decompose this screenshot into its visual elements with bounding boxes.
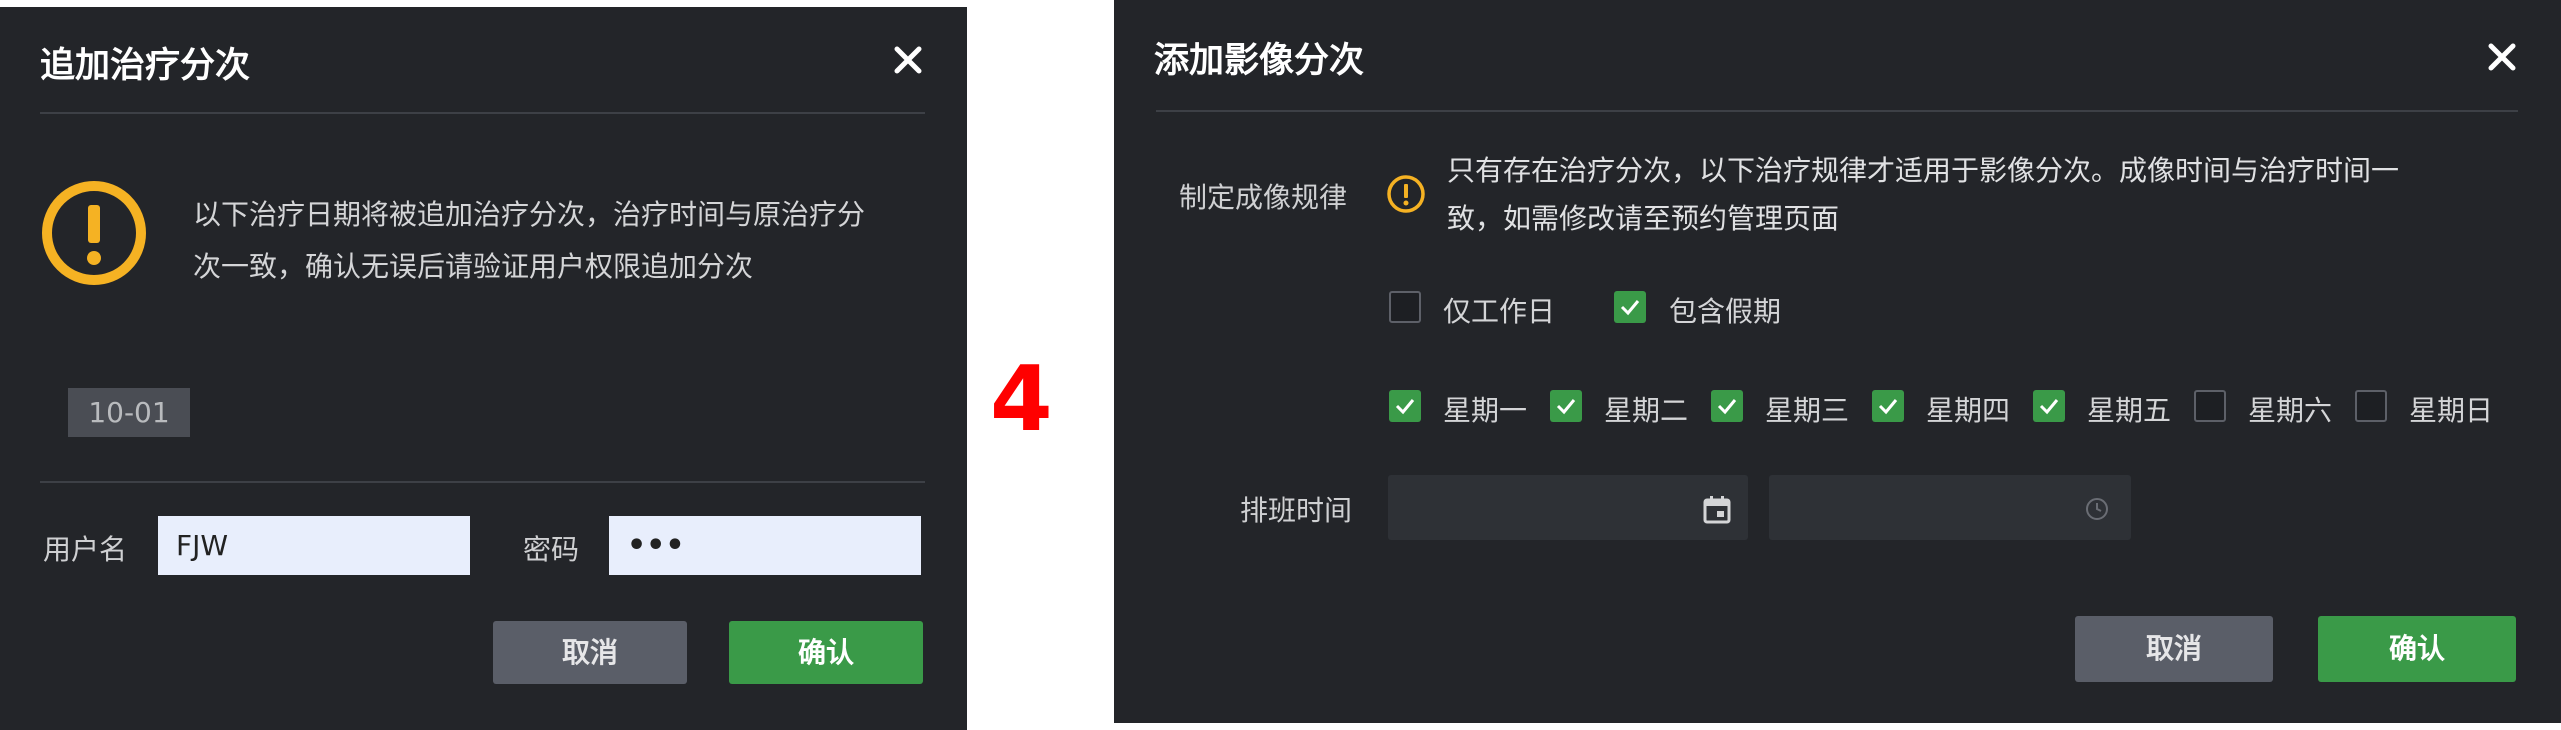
username-input[interactable] xyxy=(158,516,470,575)
weekday-fri-label: 星期五 xyxy=(2087,394,2172,427)
weekday-mon-label: 星期一 xyxy=(1443,394,1528,427)
step-number: 4 xyxy=(990,347,1053,452)
dialog-title: 追加治疗分次 xyxy=(40,46,251,86)
title-divider xyxy=(40,112,925,114)
time-picker[interactable] xyxy=(1769,475,2131,540)
weekday-fri-checkbox[interactable] xyxy=(2033,390,2065,422)
weekday-sun-label: 星期日 xyxy=(2409,394,2494,427)
warning-icon xyxy=(1386,174,1426,218)
password-input[interactable]: ••• xyxy=(609,516,921,575)
add-imaging-fraction-dialog: 添加影像分次 制定成像规律 只有存在治疗分次，以下治疗规律才适用于影像分次。成像… xyxy=(1114,0,2561,723)
rule-label: 制定成像规律 xyxy=(1179,181,1348,214)
calendar-icon xyxy=(1703,496,1731,524)
weekday-tue-label: 星期二 xyxy=(1604,394,1689,427)
date-picker[interactable] xyxy=(1388,475,1748,540)
confirm-button[interactable]: 确认 xyxy=(2318,616,2516,682)
clock-icon xyxy=(2086,498,2108,520)
weekday-thu-checkbox[interactable] xyxy=(1872,390,1904,422)
weekday-wed-checkbox[interactable] xyxy=(1711,390,1743,422)
cancel-button[interactable]: 取消 xyxy=(2075,616,2273,682)
dialog-title: 添加影像分次 xyxy=(1154,41,1365,81)
message-line-1: 以下治疗日期将被追加治疗分次，治疗时间与原治疗分 xyxy=(193,198,866,231)
weekday-tue-checkbox[interactable] xyxy=(1550,390,1582,422)
rule-message-line-2: 致，如需修改请至预约管理页面 xyxy=(1447,202,1840,235)
weekday-sat-label: 星期六 xyxy=(2248,394,2333,427)
section-divider xyxy=(40,481,925,483)
title-divider xyxy=(1156,110,2518,112)
weekday-wed-label: 星期三 xyxy=(1765,394,1850,427)
add-treatment-fraction-dialog: 追加治疗分次 以下治疗日期将被追加治疗分次，治疗时间与原治疗分 次一致，确认无误… xyxy=(0,7,967,730)
weekday-sun-checkbox[interactable] xyxy=(2355,390,2387,422)
weekday-sat-checkbox[interactable] xyxy=(2194,390,2226,422)
workdays-only-checkbox[interactable] xyxy=(1389,291,1421,323)
cancel-button[interactable]: 取消 xyxy=(493,621,687,684)
username-label: 用户名 xyxy=(43,533,128,566)
weekday-mon-checkbox[interactable] xyxy=(1389,390,1421,422)
close-icon[interactable] xyxy=(893,45,923,79)
workdays-only-label: 仅工作日 xyxy=(1443,295,1556,328)
weekday-thu-label: 星期四 xyxy=(1926,394,2011,427)
include-holidays-label: 包含假期 xyxy=(1669,295,1782,328)
message-line-2: 次一致，确认无误后请验证用户权限追加分次 xyxy=(193,250,754,283)
confirm-button[interactable]: 确认 xyxy=(729,621,923,684)
password-label: 密码 xyxy=(523,533,580,566)
include-holidays-checkbox[interactable] xyxy=(1614,291,1646,323)
warning-icon xyxy=(40,179,148,287)
close-icon[interactable] xyxy=(2487,42,2517,76)
date-tag: 10-01 xyxy=(68,388,190,437)
schedule-time-label: 排班时间 xyxy=(1240,494,1353,527)
rule-message-line-1: 只有存在治疗分次，以下治疗规律才适用于影像分次。成像时间与治疗时间一 xyxy=(1447,154,2400,187)
